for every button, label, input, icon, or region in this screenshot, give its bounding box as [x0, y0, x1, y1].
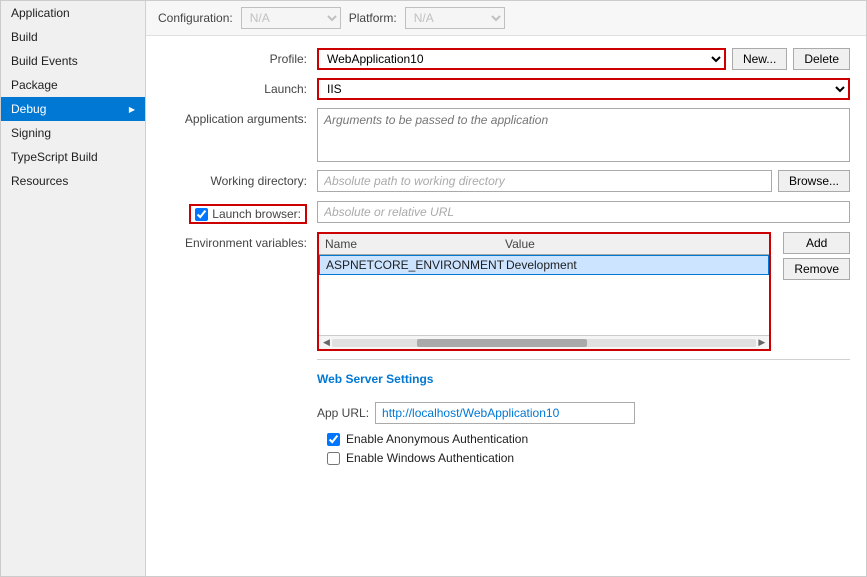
launch-select[interactable]: IIS	[317, 78, 850, 100]
sidebar-item-build[interactable]: Build	[1, 25, 145, 49]
sidebar-item-debug[interactable]: Debug	[1, 97, 145, 121]
configuration-select[interactable]: N/A	[241, 7, 341, 29]
env-table: Name Value ASPNETCORE_ENVIRONMENT Develo…	[317, 232, 771, 351]
env-cell-name: ASPNETCORE_ENVIRONMENT	[326, 258, 506, 272]
launch-browser-label[interactable]: Launch browser:	[212, 207, 301, 221]
env-cell-value: Development	[506, 258, 762, 272]
env-vars-control-area: Name Value ASPNETCORE_ENVIRONMENT Develo…	[317, 232, 850, 351]
windows-auth-row: Enable Windows Authentication	[327, 451, 850, 465]
env-table-body: ASPNETCORE_ENVIRONMENT Development	[319, 255, 769, 335]
profile-select[interactable]: WebApplication10	[317, 48, 726, 70]
launch-browser-checkbox[interactable]	[195, 208, 208, 221]
delete-button[interactable]: Delete	[793, 48, 850, 70]
divider	[317, 359, 850, 360]
scrollbar-track	[332, 339, 756, 347]
launch-browser-row: Launch browser:	[162, 200, 850, 224]
env-col-name-header: Name	[325, 237, 505, 251]
sidebar-item-typescript-build[interactable]: TypeScript Build	[1, 145, 145, 169]
anon-auth-row: Enable Anonymous Authentication	[327, 432, 850, 446]
auth-checkboxes: Enable Anonymous Authentication Enable W…	[327, 432, 850, 465]
working-dir-input[interactable]	[317, 170, 772, 192]
env-vars-label: Environment variables:	[162, 232, 317, 250]
sidebar-item-resources[interactable]: Resources	[1, 169, 145, 193]
app-args-row: Application arguments:	[162, 108, 850, 162]
windows-auth-checkbox[interactable]	[327, 452, 340, 465]
app-args-input[interactable]	[317, 108, 850, 162]
env-table-wrapper: Name Value ASPNETCORE_ENVIRONMENT Develo…	[317, 232, 771, 351]
env-action-buttons: Add Remove	[783, 232, 850, 280]
profile-row: Profile: WebApplication10 New... Delete	[162, 48, 850, 70]
remove-env-button[interactable]: Remove	[783, 258, 850, 280]
app-args-control-area	[317, 108, 850, 162]
launch-url-area	[317, 201, 850, 223]
sidebar-item-build-events[interactable]: Build Events	[1, 49, 145, 73]
sidebar-item-application[interactable]: Application	[1, 1, 145, 25]
scroll-left-icon[interactable]: ◀	[321, 337, 332, 348]
windows-auth-label[interactable]: Enable Windows Authentication	[346, 451, 514, 465]
env-table-header: Name Value	[319, 234, 769, 255]
sidebar-item-signing[interactable]: Signing	[1, 121, 145, 145]
app-url-input[interactable]	[375, 402, 635, 424]
anon-auth-checkbox[interactable]	[327, 433, 340, 446]
web-server-heading-row: Web Server Settings	[162, 368, 850, 394]
launch-row: Launch: IIS	[162, 78, 850, 100]
env-scrollbar: ◀ ▶	[319, 335, 769, 349]
working-dir-row: Working directory: Browse...	[162, 170, 850, 192]
launch-label: Launch:	[162, 78, 317, 96]
scrollbar-thumb[interactable]	[417, 339, 587, 347]
browse-button[interactable]: Browse...	[778, 170, 850, 192]
new-button[interactable]: New...	[732, 48, 787, 70]
configuration-label: Configuration:	[158, 11, 233, 25]
profile-control-area: WebApplication10 New... Delete	[317, 48, 850, 70]
debug-content: Profile: WebApplication10 New... Delete …	[146, 36, 866, 576]
platform-select[interactable]: N/A	[405, 7, 505, 29]
web-server-heading: Web Server Settings	[317, 372, 433, 386]
env-row[interactable]: ASPNETCORE_ENVIRONMENT Development	[319, 255, 769, 275]
main-content: Configuration: N/A Platform: N/A Profile…	[146, 1, 866, 576]
sidebar-item-package[interactable]: Package	[1, 73, 145, 97]
env-vars-row: Environment variables: Name Value ASPNET…	[162, 232, 850, 351]
app-url-row: App URL:	[317, 402, 850, 424]
app-args-label: Application arguments:	[162, 108, 317, 126]
scroll-right-icon[interactable]: ▶	[756, 337, 767, 348]
working-dir-control-area: Browse...	[317, 170, 850, 192]
launch-browser-label-area: Launch browser:	[162, 200, 317, 224]
sidebar: Application Build Build Events Package D…	[1, 1, 146, 576]
anon-auth-label[interactable]: Enable Anonymous Authentication	[346, 432, 528, 446]
top-bar: Configuration: N/A Platform: N/A	[146, 1, 866, 36]
add-env-button[interactable]: Add	[783, 232, 850, 254]
working-dir-label: Working directory:	[162, 170, 317, 188]
launch-browser-checkbox-group: Launch browser:	[189, 204, 307, 224]
profile-label: Profile:	[162, 48, 317, 66]
launch-url-input[interactable]	[317, 201, 850, 223]
platform-label: Platform:	[349, 11, 397, 25]
launch-control-area: IIS	[317, 78, 850, 100]
env-col-value-header: Value	[505, 237, 763, 251]
app-url-label: App URL:	[317, 406, 369, 420]
